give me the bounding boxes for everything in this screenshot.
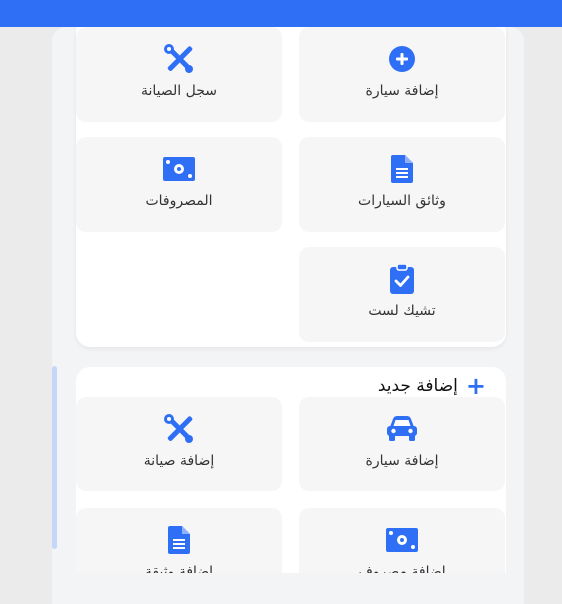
tile-maintenance-log[interactable]: سجل الصيانة — [76, 27, 282, 122]
top-app-bar — [0, 0, 562, 27]
scrollbar[interactable] — [52, 366, 57, 549]
tile-expenses[interactable]: المصروفات — [76, 137, 282, 232]
tile-label: المصروفات — [145, 193, 213, 209]
tools-icon — [163, 43, 195, 75]
plus-icon: + — [465, 372, 486, 400]
section-title: إضافة جديد — [377, 376, 458, 396]
tile-label: تشيك لست — [368, 303, 436, 319]
money-icon — [163, 153, 195, 185]
tile-label: وثائق السيارات — [358, 193, 446, 209]
tools-icon — [163, 413, 195, 445]
tile-label: إضافة سيارة — [365, 83, 439, 99]
car-icon — [386, 413, 418, 445]
tile-car-documents[interactable]: وثائق السيارات — [299, 137, 505, 232]
tile-add-car-new[interactable]: إضافة سيارة — [299, 397, 505, 491]
add-new-card: إضافة جديد + إضافة سيارة إضافة صيانة إضا… — [76, 367, 506, 604]
tile-label: إضافة سيارة — [365, 453, 439, 469]
tile-checklist[interactable]: تشيك لست — [299, 247, 505, 342]
tile-label: سجل الصيانة — [140, 83, 217, 99]
plus-circle-icon — [386, 43, 418, 75]
app-screen: إضافة سيارة سجل الصيانة وثائق السيارات ا… — [52, 27, 524, 604]
bottom-bar — [52, 573, 524, 604]
tile-add-maintenance[interactable]: إضافة صيانة — [76, 397, 282, 491]
document-icon — [386, 153, 418, 185]
tile-add-car[interactable]: إضافة سيارة — [299, 27, 505, 122]
money-icon — [386, 524, 418, 556]
document-icon — [163, 524, 195, 556]
quick-access-card: إضافة سيارة سجل الصيانة وثائق السيارات ا… — [76, 27, 506, 347]
clipboard-check-icon — [386, 263, 418, 295]
tile-label: إضافة صيانة — [143, 453, 215, 469]
add-new-header[interactable]: إضافة جديد + — [378, 374, 486, 398]
